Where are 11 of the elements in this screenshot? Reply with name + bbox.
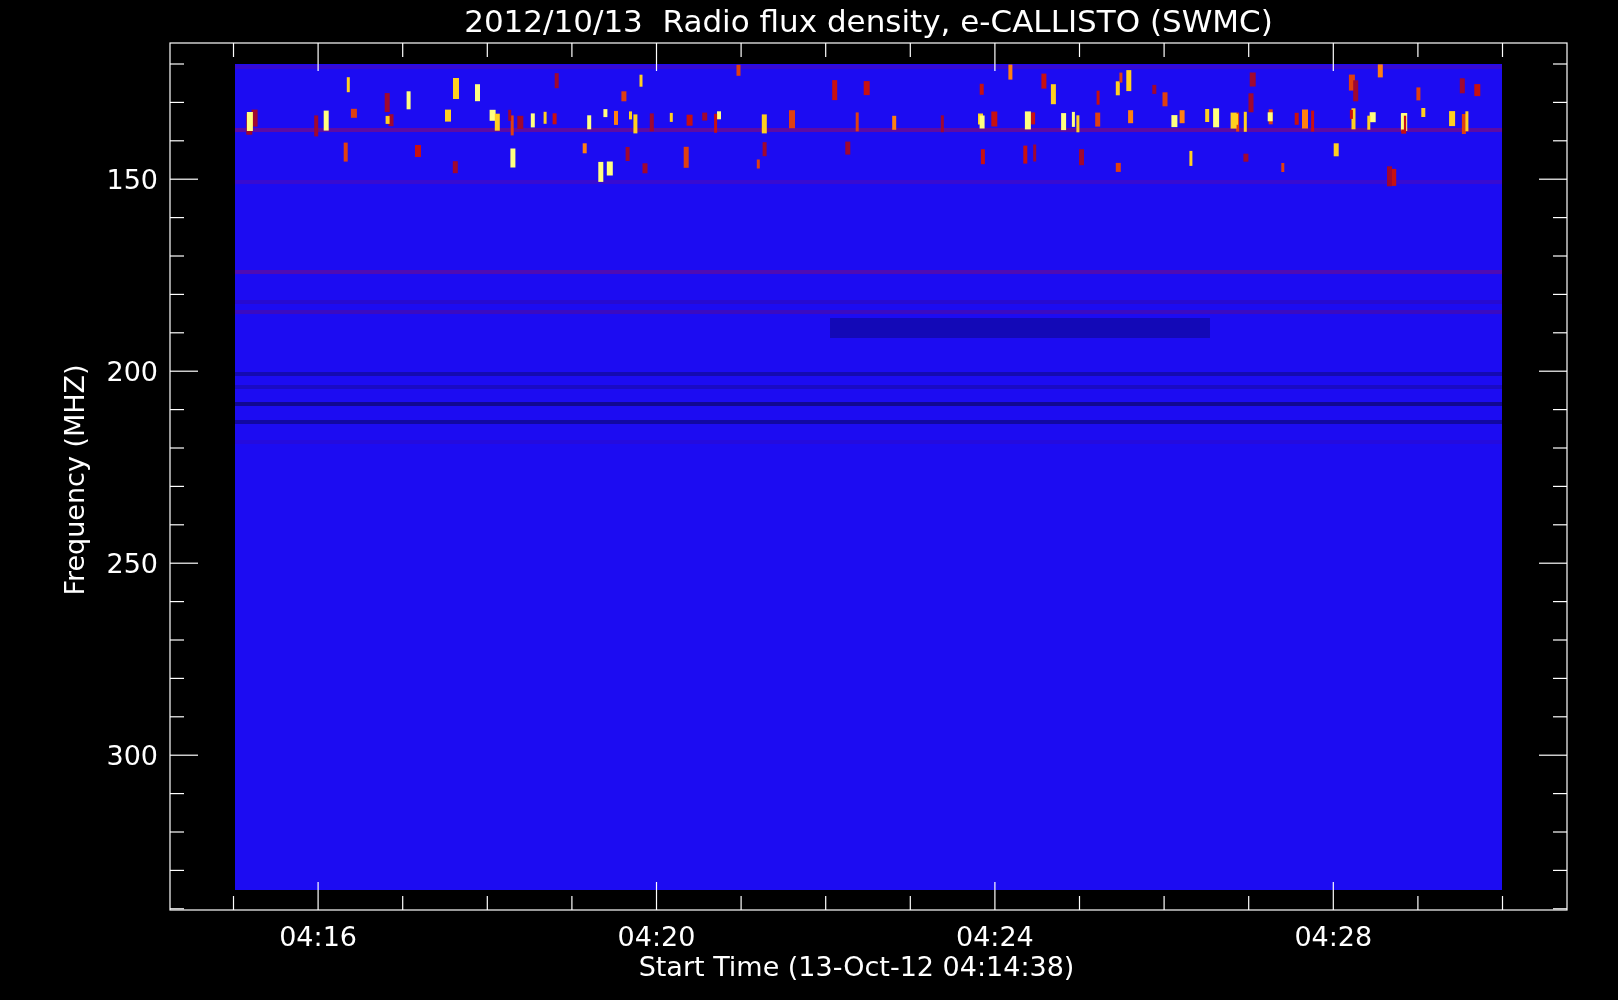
y-tick-label: 300 [106,740,158,772]
x-tick-label: 04:20 [617,921,696,952]
x-axis-title: Start Time (13-Oct-12 04:14:38) [638,951,1075,982]
plot-title: 2012/10/13 Radio flux density, e-CALLISTO (SWMC) [464,3,1273,39]
x-tick-label: 04:24 [956,921,1034,952]
y-tick-label: 200 [106,356,158,388]
x-tick-label: 04:28 [1294,921,1373,952]
x-tick-label: 04:16 [279,921,357,952]
y-axis-title: Frequency (MHZ) [59,364,90,596]
y-tick-label: 250 [106,548,158,580]
y-tick-label: 150 [106,164,158,196]
